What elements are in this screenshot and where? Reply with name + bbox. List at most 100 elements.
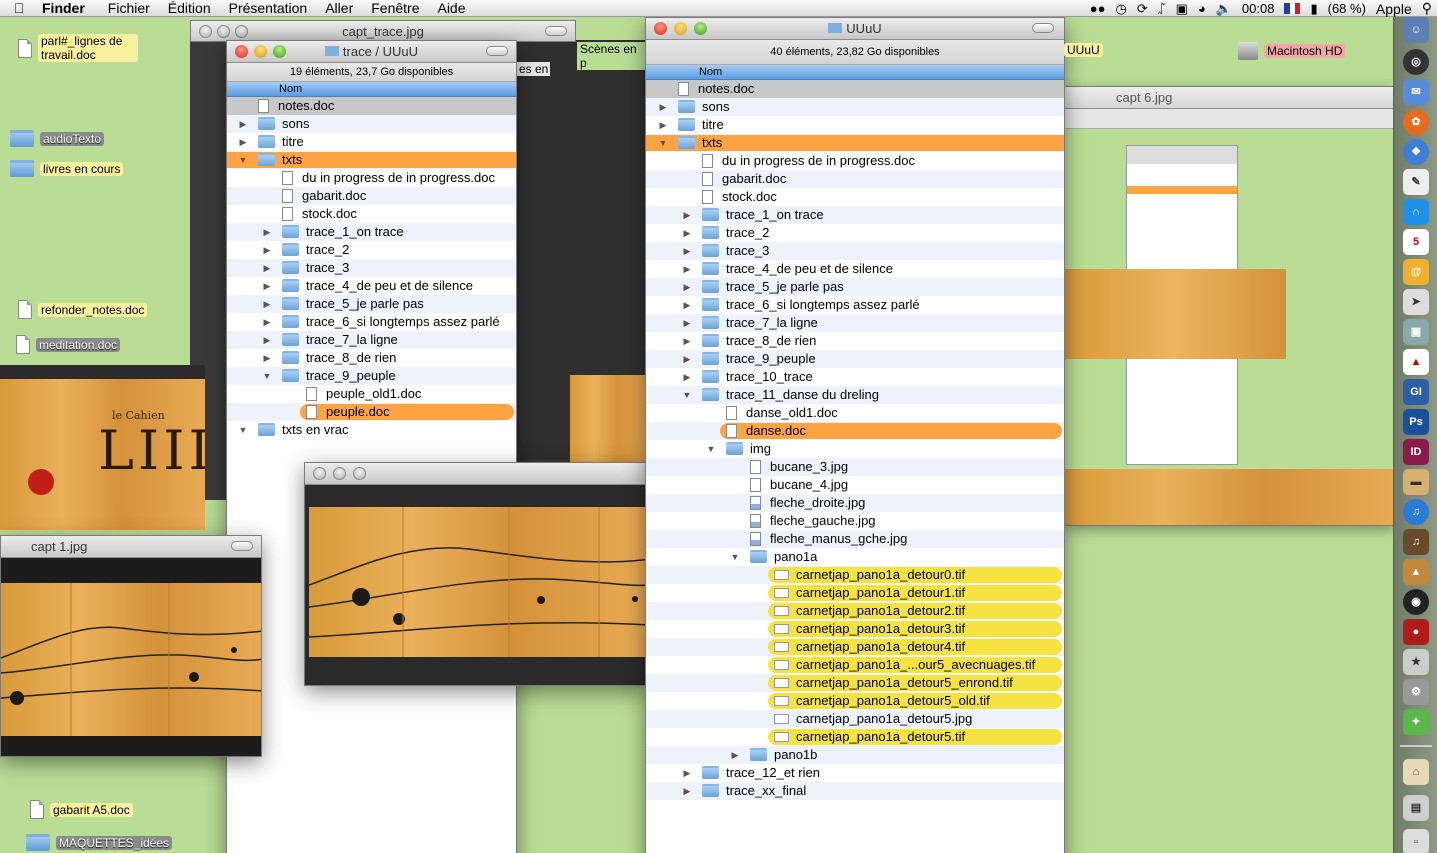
disclosure-closed-icon[interactable]: ▶	[262, 331, 272, 349]
file-row[interactable]: carnetjap_pano1a_detour5_old.tif	[646, 692, 1064, 710]
desktop-label-uuuu[interactable]: UUuU	[1064, 43, 1103, 57]
disclosure-open-icon[interactable]: ▼	[238, 421, 248, 439]
file-row[interactable]: notes.doc	[227, 97, 516, 115]
capt-trace-window[interactable]: capt_trace.jpg	[190, 20, 576, 42]
folder-row[interactable]: ▶ trace_8_de rien	[227, 349, 516, 367]
zoom-button[interactable]	[353, 467, 366, 480]
desktop-icon-gabarit[interactable]: gabarit A5.doc	[30, 800, 133, 819]
disclosure-closed-icon[interactable]: ▶	[682, 296, 692, 314]
disclosure-closed-icon[interactable]: ▶	[682, 314, 692, 332]
folder-row[interactable]: ▶ trace_4_de peu et de silence	[227, 277, 516, 295]
menu-user[interactable]: Apple	[1371, 1, 1417, 17]
desktop-icon-macintosh-hd[interactable]: Macintosh HD	[1238, 42, 1346, 60]
folder-row[interactable]: ▶ trace_6_si longtemps assez parlé	[227, 313, 516, 331]
photobooth-dock-icon[interactable]: ●	[1403, 619, 1429, 645]
file-row[interactable]: carnetjap_pano1a_detour0.tif	[646, 566, 1064, 584]
file-row[interactable]: danse.doc	[646, 422, 1064, 440]
preview-window-trace[interactable]	[304, 462, 650, 686]
folder-row[interactable]: ▶ trace_7_la ligne	[227, 331, 516, 349]
folder-row[interactable]: ▶ trace_10_trace	[646, 368, 1064, 386]
disclosure-closed-icon[interactable]: ▶	[262, 349, 272, 367]
folder-row[interactable]: ▶ trace_4_de peu et de silence	[646, 260, 1064, 278]
folder-row[interactable]: ▶ trace_1_on trace	[227, 223, 516, 241]
folder-row[interactable]: ▼ txts en vrac	[227, 421, 516, 439]
disclosure-closed-icon[interactable]: ▶	[682, 260, 692, 278]
sync-icon[interactable]: ⟳	[1132, 1, 1153, 17]
disclosure-closed-icon[interactable]: ▶	[682, 206, 692, 224]
disclosure-closed-icon[interactable]: ▶	[682, 278, 692, 296]
disclosure-closed-icon[interactable]: ▶	[262, 277, 272, 295]
folder-row[interactable]: ▶ pano1b	[646, 746, 1064, 764]
disclosure-closed-icon[interactable]: ▶	[682, 782, 692, 800]
file-row[interactable]: bucane_4.jpg	[646, 476, 1064, 494]
documents-stack-dock-icon[interactable]: ▤	[1403, 795, 1429, 821]
file-row[interactable]: stock.doc	[646, 188, 1064, 206]
disclosure-open-icon[interactable]: ▼	[730, 548, 740, 566]
preview-window-capt1[interactable]: capt 1.jpg	[0, 535, 262, 757]
file-row[interactable]: gabarit.doc	[646, 170, 1064, 188]
metronome-dock-icon[interactable]: ▲	[1403, 559, 1429, 585]
megaphone-dock-icon[interactable]: ➤	[1403, 289, 1429, 315]
disclosure-open-icon[interactable]: ▼	[238, 151, 248, 169]
file-row[interactable]: fleche_droite.jpg	[646, 494, 1064, 512]
toolbar-toggle-button[interactable]	[231, 541, 253, 551]
folder-row[interactable]: ▶ sons	[227, 115, 516, 133]
disclosure-closed-icon[interactable]: ▶	[262, 313, 272, 331]
file-row[interactable]: du in progress de in progress.doc	[227, 169, 516, 187]
ical-dock-icon[interactable]: 5	[1403, 229, 1429, 255]
folder-row[interactable]: ▶ trace_3	[227, 259, 516, 277]
wifi-icon[interactable]: ◕	[1193, 1, 1211, 16]
desktop-icon-maquettes[interactable]: MAQUETTES_idées	[26, 834, 173, 851]
folder-row[interactable]: ▼ trace_11_danse du dreling	[646, 386, 1064, 404]
folder-row[interactable]: ▶ trace_7_la ligne	[646, 314, 1064, 332]
toolbar-toggle-button[interactable]	[545, 26, 567, 36]
file-row[interactable]: stock.doc	[227, 205, 516, 223]
acrobat-dock-icon[interactable]: ▲	[1403, 349, 1429, 375]
menu-app-finder[interactable]: Finder	[38, 0, 99, 16]
folder-row[interactable]: ▼ trace_9_peuple	[227, 367, 516, 385]
disclosure-closed-icon[interactable]: ▶	[658, 116, 668, 134]
spotlight-icon[interactable]: ⚲	[1417, 0, 1437, 17]
close-button[interactable]	[313, 467, 326, 480]
volume-icon[interactable]: 🔈	[1211, 1, 1237, 17]
disclosure-closed-icon[interactable]: ▶	[238, 133, 248, 151]
file-row[interactable]: fleche_manus_gche.jpg	[646, 530, 1064, 548]
desktop-icon-audiotexto[interactable]: audioTexto	[10, 130, 105, 147]
folder-row[interactable]: ▼ img	[646, 440, 1064, 458]
folder-row[interactable]: ▶ trace_12_et rien	[646, 764, 1064, 782]
folder-row[interactable]: ▶ trace_5_je parle pas	[227, 295, 516, 313]
file-row[interactable]: du in progress de in progress.doc	[646, 152, 1064, 170]
disclosure-closed-icon[interactable]: ▶	[262, 241, 272, 259]
file-row[interactable]: carnetjap_pano1a_detour5_enrond.tif	[646, 674, 1064, 692]
preview-window-capt6[interactable]: capt 6.jpg	[1063, 86, 1395, 526]
photoshop-dock-icon[interactable]: Ps	[1403, 409, 1429, 435]
folder-row[interactable]: ▼ txts	[227, 151, 516, 169]
disclosure-closed-icon[interactable]: ▶	[682, 764, 692, 782]
disclosure-closed-icon[interactable]: ▶	[262, 259, 272, 277]
display-icon[interactable]: ▣	[1171, 1, 1193, 17]
menu-clock[interactable]: 00:08	[1237, 1, 1280, 16]
disclosure-closed-icon[interactable]: ▶	[262, 295, 272, 313]
folder-row[interactable]: ▶ trace_2	[227, 241, 516, 259]
disclosure-closed-icon[interactable]: ▶	[682, 368, 692, 386]
mail-dock-icon[interactable]: ✉	[1403, 79, 1429, 105]
column-header-name[interactable]: Nom	[646, 65, 1064, 80]
disclosure-open-icon[interactable]: ▼	[658, 134, 668, 152]
finder-dock-icon[interactable]: ☺	[1403, 17, 1429, 43]
file-row[interactable]: carnetjap_pano1a_...our5_avecnuages.tif	[646, 656, 1064, 674]
apple-menu-icon[interactable]: 	[0, 0, 38, 16]
trash-dock-icon[interactable]: ▫	[1403, 829, 1429, 853]
file-row[interactable]: gabarit.doc	[227, 187, 516, 205]
file-row[interactable]: carnetjap_pano1a_detour3.tif	[646, 620, 1064, 638]
disclosure-closed-icon[interactable]: ▶	[682, 350, 692, 368]
itunes-dock-icon[interactable]: ♫	[1403, 499, 1429, 525]
menu-aide[interactable]: Aide	[428, 0, 474, 16]
file-row[interactable]: carnetjap_pano1a_detour2.tif	[646, 602, 1064, 620]
desktop-icon-parl[interactable]: parl#_lignes de travail.doc	[18, 34, 138, 62]
file-row[interactable]: carnetjap_pano1a_detour1.tif	[646, 584, 1064, 602]
address-book-dock-icon[interactable]: @	[1403, 259, 1429, 285]
menu-aller[interactable]: Aller	[316, 0, 362, 16]
app-dock-icon[interactable]: ∩	[1403, 199, 1429, 225]
folder-row[interactable]: ▶ trace_3	[646, 242, 1064, 260]
system-preferences-dock-icon[interactable]: ⚙	[1403, 679, 1429, 705]
